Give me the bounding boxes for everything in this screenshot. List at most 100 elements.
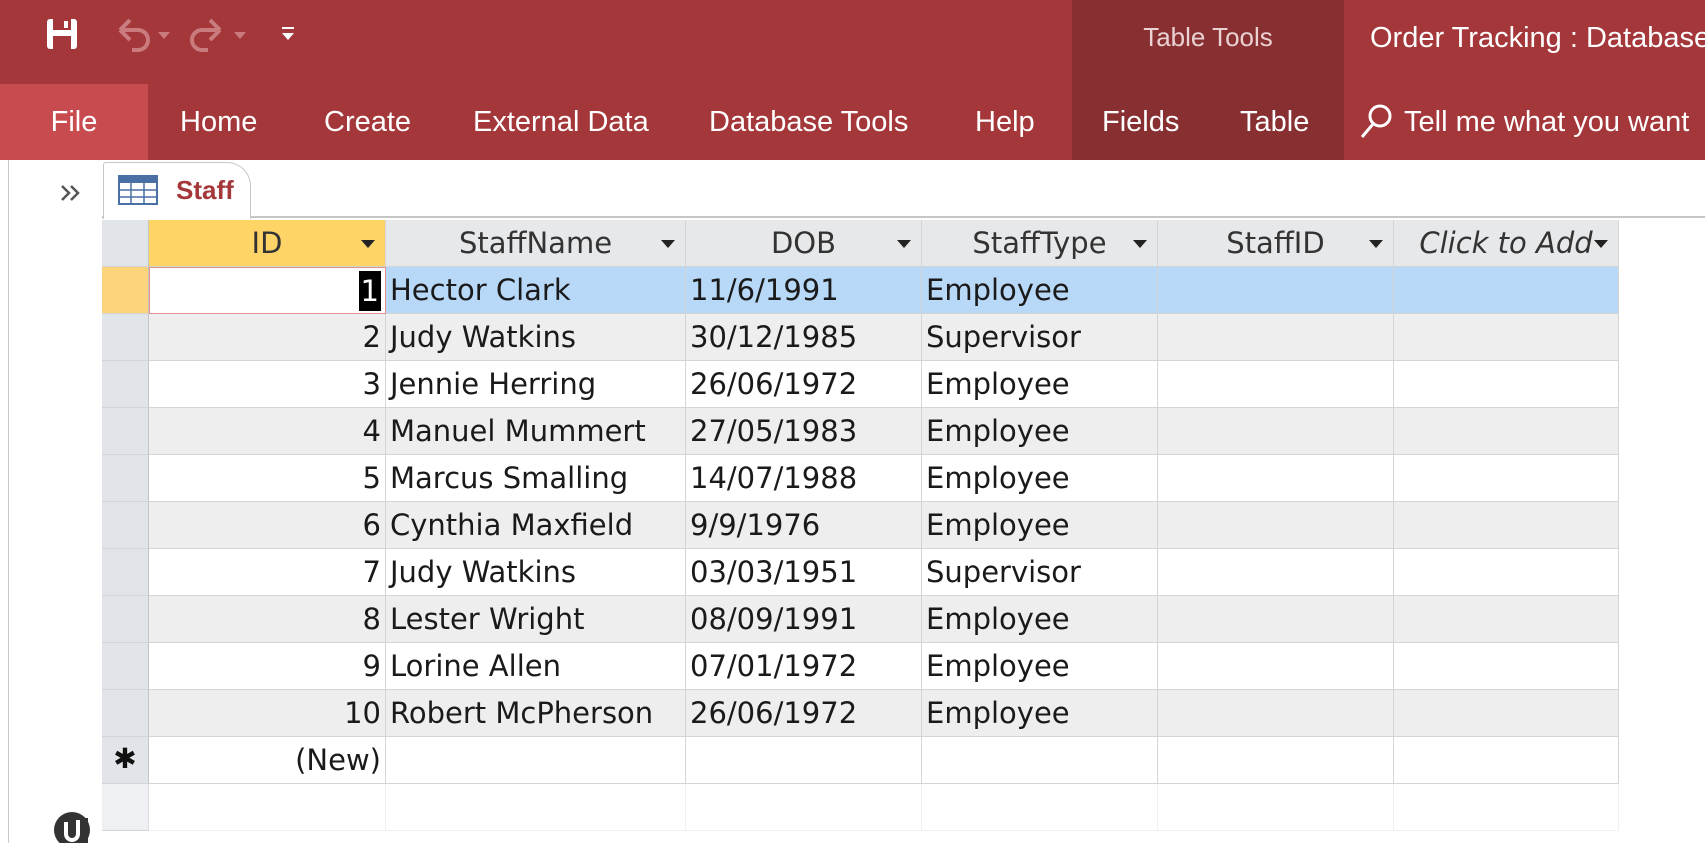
cell-staffname[interactable]: Cynthia Maxfield — [386, 502, 686, 549]
cell-id[interactable]: 2 — [149, 314, 386, 361]
cell-dob[interactable]: 11/6/1991 — [686, 267, 922, 314]
cell-click-to-add[interactable] — [1394, 549, 1619, 596]
cell-staffid[interactable] — [1158, 737, 1394, 784]
table-row[interactable]: 7 Judy Watkins 03/03/1951 Supervisor — [102, 549, 1619, 596]
cell-stafftype[interactable]: Employee — [922, 596, 1158, 643]
undo-icon[interactable] — [112, 16, 172, 52]
cell-click-to-add[interactable] — [1394, 643, 1619, 690]
row-selector[interactable] — [102, 361, 149, 408]
new-record-icon[interactable]: ✱ — [102, 737, 149, 784]
table-row[interactable]: 3 Jennie Herring 26/06/1972 Employee — [102, 361, 1619, 408]
cell-stafftype[interactable]: Supervisor — [922, 549, 1158, 596]
cell-dob[interactable]: 07/01/1972 — [686, 643, 922, 690]
cell-staffid[interactable] — [1158, 267, 1394, 314]
table-row[interactable]: 4 Manuel Mummert 27/05/1983 Employee — [102, 408, 1619, 455]
cell-id[interactable]: 10 — [149, 690, 386, 737]
cell-id[interactable]: 6 — [149, 502, 386, 549]
cell-staffname[interactable]: Robert McPherson — [386, 690, 686, 737]
row-selector[interactable] — [102, 502, 149, 549]
cell-staffname[interactable]: Lester Wright — [386, 596, 686, 643]
row-selector[interactable] — [102, 314, 149, 361]
cell-stafftype[interactable]: Employee — [922, 643, 1158, 690]
filter-dropdown-icon[interactable] — [1133, 240, 1147, 248]
cell-staffid[interactable] — [1158, 408, 1394, 455]
cell-dob[interactable] — [686, 737, 922, 784]
row-selector[interactable] — [102, 455, 149, 502]
table-row[interactable]: 9 Lorine Allen 07/01/1972 Employee — [102, 643, 1619, 690]
table-row[interactable]: 8 Lester Wright 08/09/1991 Employee — [102, 596, 1619, 643]
cell-staffid[interactable] — [1158, 361, 1394, 408]
document-tab-staff[interactable]: Staff — [103, 162, 251, 219]
table-row[interactable]: 1 Hector Clark 11/6/1991 Employee — [102, 267, 1619, 314]
cell-dob[interactable]: 30/12/1985 — [686, 314, 922, 361]
column-header-dob[interactable]: DOB — [686, 220, 922, 267]
tab-database-tools[interactable]: Database Tools — [709, 84, 908, 160]
cell-staffid[interactable] — [1158, 455, 1394, 502]
cell-stafftype[interactable] — [922, 737, 1158, 784]
cell-staffid[interactable] — [1158, 502, 1394, 549]
cell-dob[interactable]: 14/07/1988 — [686, 455, 922, 502]
cell-click-to-add[interactable] — [1394, 596, 1619, 643]
table-row[interactable]: 10 Robert McPherson 26/06/1972 Employee — [102, 690, 1619, 737]
filter-dropdown-icon[interactable] — [1594, 240, 1608, 248]
tell-me-search[interactable]: Tell me what you want — [1358, 84, 1689, 160]
column-header-staffname[interactable]: StaffName — [386, 220, 686, 267]
expand-navigation-icon[interactable] — [58, 180, 86, 208]
cell-id-new[interactable]: (New) — [149, 737, 386, 784]
tab-home[interactable]: Home — [180, 84, 257, 160]
select-all-corner[interactable] — [102, 220, 149, 267]
cell-staffid[interactable] — [1158, 643, 1394, 690]
cell-dob[interactable]: 03/03/1951 — [686, 549, 922, 596]
table-row[interactable]: 5 Marcus Smalling 14/07/1988 Employee — [102, 455, 1619, 502]
cell-id[interactable]: 7 — [149, 549, 386, 596]
cell-dob[interactable]: 9/9/1976 — [686, 502, 922, 549]
row-selector[interactable] — [102, 267, 149, 314]
cell-staffid[interactable] — [1158, 596, 1394, 643]
table-row[interactable]: 6 Cynthia Maxfield 9/9/1976 Employee — [102, 502, 1619, 549]
cell-click-to-add[interactable] — [1394, 361, 1619, 408]
cell-id[interactable]: 5 — [149, 455, 386, 502]
tab-table[interactable]: Table — [1240, 84, 1309, 160]
cell-stafftype[interactable]: Employee — [922, 690, 1158, 737]
row-selector[interactable] — [102, 596, 149, 643]
cell-stafftype[interactable]: Employee — [922, 455, 1158, 502]
column-header-stafftype[interactable]: StaffType — [922, 220, 1158, 267]
cell-staffid[interactable] — [1158, 314, 1394, 361]
cell-click-to-add[interactable] — [1394, 314, 1619, 361]
cell-id[interactable]: 1 — [149, 267, 386, 314]
cell-stafftype[interactable]: Employee — [922, 267, 1158, 314]
cell-staffname[interactable]: Lorine Allen — [386, 643, 686, 690]
cell-staffname[interactable] — [386, 737, 686, 784]
cell-staffname[interactable]: Marcus Smalling — [386, 455, 686, 502]
cell-id[interactable]: 9 — [149, 643, 386, 690]
cell-stafftype[interactable]: Employee — [922, 502, 1158, 549]
cell-click-to-add[interactable] — [1394, 455, 1619, 502]
cell-dob[interactable]: 27/05/1983 — [686, 408, 922, 455]
tab-file[interactable]: File — [0, 84, 148, 160]
cell-stafftype[interactable]: Employee — [922, 361, 1158, 408]
cell-id[interactable]: 8 — [149, 596, 386, 643]
filter-dropdown-icon[interactable] — [897, 240, 911, 248]
cell-dob[interactable]: 08/09/1991 — [686, 596, 922, 643]
redo-icon[interactable] — [190, 16, 250, 52]
cell-id[interactable]: 4 — [149, 408, 386, 455]
cell-staffname[interactable]: Manuel Mummert — [386, 408, 686, 455]
cell-id[interactable]: 3 — [149, 361, 386, 408]
cell-dob[interactable]: 26/06/1972 — [686, 361, 922, 408]
column-header-staffid[interactable]: StaffID — [1158, 220, 1394, 267]
row-selector[interactable] — [102, 549, 149, 596]
tab-external-data[interactable]: External Data — [473, 84, 649, 160]
cell-staffname[interactable]: Hector Clark — [386, 267, 686, 314]
tab-fields[interactable]: Fields — [1102, 84, 1179, 160]
cell-stafftype[interactable]: Employee — [922, 408, 1158, 455]
cell-staffname[interactable]: Jennie Herring — [386, 361, 686, 408]
filter-dropdown-icon[interactable] — [661, 240, 675, 248]
filter-dropdown-icon[interactable] — [361, 240, 375, 248]
cell-click-to-add[interactable] — [1394, 737, 1619, 784]
cell-click-to-add[interactable] — [1394, 690, 1619, 737]
tab-create[interactable]: Create — [324, 84, 411, 160]
cell-staffname[interactable]: Judy Watkins — [386, 549, 686, 596]
cell-click-to-add[interactable] — [1394, 267, 1619, 314]
cell-stafftype[interactable]: Supervisor — [922, 314, 1158, 361]
cell-dob[interactable]: 26/06/1972 — [686, 690, 922, 737]
